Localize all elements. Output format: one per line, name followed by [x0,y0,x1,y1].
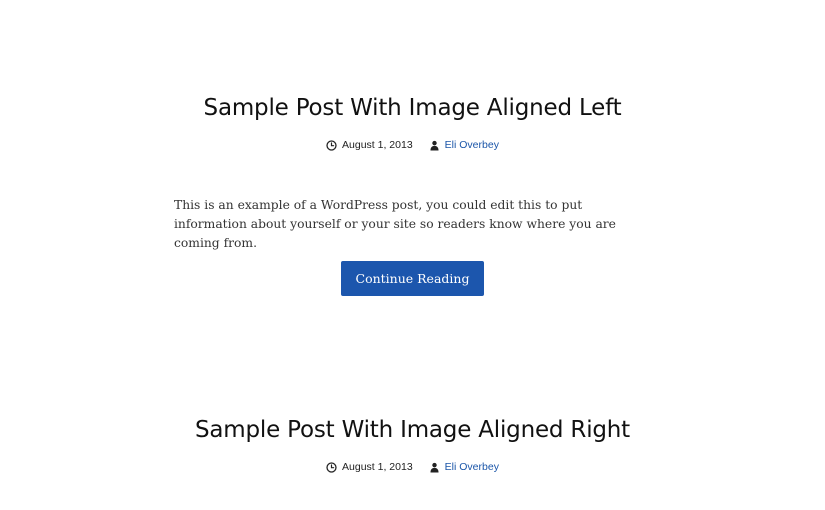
post-article: Sample Post With Image Aligned Right Aug… [0,414,825,475]
post-date: August 1, 2013 [326,459,413,475]
author-link[interactable]: Eli Overbey [445,137,499,153]
clock-icon [326,139,337,151]
continue-reading-button[interactable]: Continue Reading [341,261,484,296]
post-author: Eli Overbey [429,459,499,475]
post-date: August 1, 2013 [326,137,413,153]
user-icon [429,140,440,151]
post-date-text: August 1, 2013 [342,461,413,473]
user-icon [429,462,440,473]
post-meta: August 1, 2013 Eli Overbey [0,137,825,153]
post-article: Sample Post With Image Aligned Left Augu… [0,92,825,153]
post-excerpt: This is an example of a WordPress post, … [174,198,616,250]
post-meta: August 1, 2013 Eli Overbey [0,459,825,475]
clock-icon [326,461,337,473]
post-title[interactable]: Sample Post With Image Aligned Right [0,414,825,446]
post-title[interactable]: Sample Post With Image Aligned Left [0,92,825,124]
post-date-text: August 1, 2013 [342,139,413,151]
author-link[interactable]: Eli Overbey [445,459,499,475]
post-author: Eli Overbey [429,137,499,153]
